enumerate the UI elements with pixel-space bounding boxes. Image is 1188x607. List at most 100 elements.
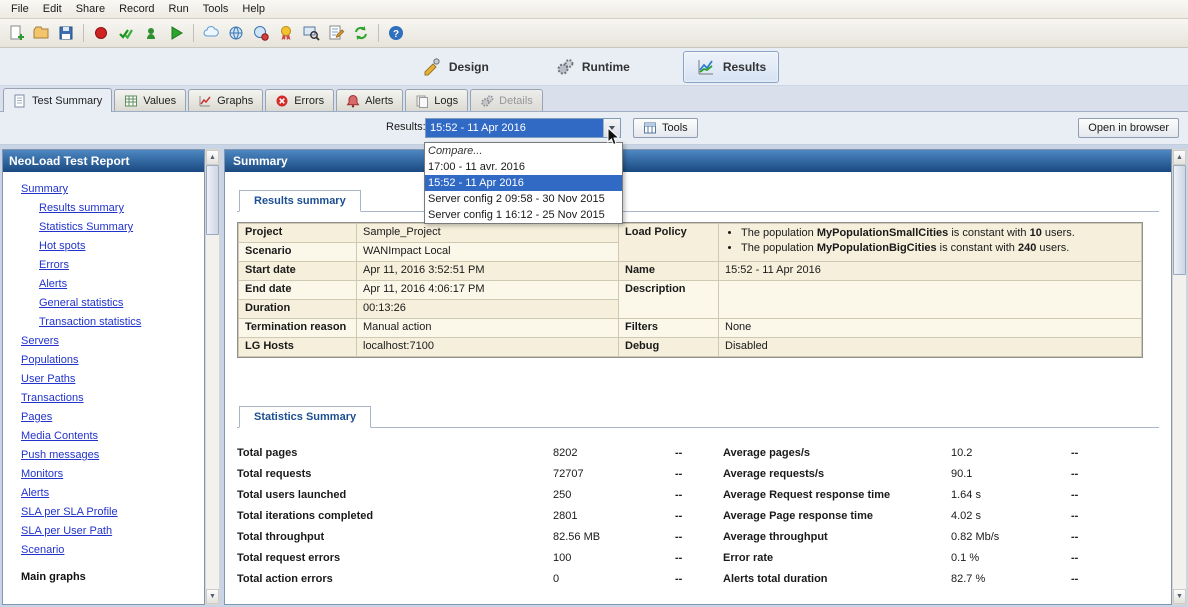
cloud-icon[interactable] xyxy=(199,21,223,45)
sidebar-item-results-summary[interactable]: Results summary xyxy=(39,202,124,214)
sidebar-item-user-paths[interactable]: User Paths xyxy=(21,373,75,385)
scroll-up-button[interactable]: ▲ xyxy=(1173,150,1186,165)
results-combobox[interactable]: 15:52 - 11 Apr 2016 xyxy=(425,118,621,138)
scroll-up-button[interactable]: ▲ xyxy=(206,150,219,165)
sidebar-item-summary[interactable]: Summary xyxy=(21,183,68,195)
stats-row: Total requests72707-- Average requests/s… xyxy=(237,463,1149,484)
dropdown-item-compare[interactable]: Compare... xyxy=(425,143,622,159)
open-in-browser-button[interactable]: Open in browser xyxy=(1078,118,1179,138)
record-icon[interactable] xyxy=(89,21,113,45)
monitor-icon[interactable] xyxy=(299,21,323,45)
row-label: Debug xyxy=(619,338,719,357)
runtime-mode-button[interactable]: Runtime xyxy=(542,51,643,83)
row-value: 00:13:26 xyxy=(357,300,619,319)
sidebar-item-media-contents[interactable]: Media Contents xyxy=(21,430,98,442)
scroll-track[interactable] xyxy=(206,165,219,589)
menu-record[interactable]: Record xyxy=(112,1,161,17)
details-icon xyxy=(480,94,494,108)
sidebar-item-populations[interactable]: Populations xyxy=(21,354,79,366)
license-icon[interactable] xyxy=(274,21,298,45)
tab-alerts[interactable]: Alerts xyxy=(336,89,403,111)
mouse-cursor xyxy=(607,127,620,147)
menu-help[interactable]: Help xyxy=(235,1,272,17)
save-icon[interactable] xyxy=(54,21,78,45)
tab-logs[interactable]: Logs xyxy=(405,89,468,111)
sidebar-item-transactions[interactable]: Transactions xyxy=(21,392,84,404)
dropdown-item-selected[interactable]: 15:52 - 11 Apr 2016 xyxy=(425,175,622,191)
sidebar-item-alerts[interactable]: Alerts xyxy=(39,278,67,290)
tab-errors[interactable]: Errors xyxy=(265,89,334,111)
results-mode-button[interactable]: Results xyxy=(683,51,779,83)
results-summary-tab-strip: Results summary xyxy=(237,190,1159,212)
help-icon[interactable]: ? xyxy=(384,21,408,45)
menu-tools[interactable]: Tools xyxy=(196,1,236,17)
results-summary-table: Project Sample_Project Load Policy The p… xyxy=(238,223,1142,357)
results-dropdown-list: Compare... 17:00 - 11 avr. 2016 15:52 - … xyxy=(424,142,623,224)
sidebar-item-sla-per-sla-profile[interactable]: SLA per SLA Profile xyxy=(21,506,118,518)
tab-test-summary[interactable]: Test Summary xyxy=(3,88,112,112)
scroll-thumb[interactable] xyxy=(206,165,219,235)
stats-row: Total action errors0-- Alerts total dura… xyxy=(237,568,1149,589)
scroll-track[interactable] xyxy=(1173,165,1186,589)
tab-label: Graphs xyxy=(217,95,253,107)
dropdown-item[interactable]: 17:00 - 11 avr. 2016 xyxy=(425,159,622,175)
sidebar-item-sla-per-user-path[interactable]: SLA per User Path xyxy=(21,525,112,537)
sidebar-item-hot-spots[interactable]: Hot spots xyxy=(39,240,85,252)
statistics-summary-section-tab: Statistics Summary xyxy=(239,406,371,428)
update-icon[interactable] xyxy=(349,21,373,45)
run-test-icon[interactable] xyxy=(164,21,188,45)
tab-label: Alerts xyxy=(365,95,393,107)
tab-label: Details xyxy=(499,95,533,107)
toolbar-separator xyxy=(378,24,379,42)
statistics-summary-tab-strip: Statistics Summary xyxy=(237,406,1159,428)
scroll-down-button[interactable]: ▼ xyxy=(206,589,219,604)
sidebar-item-errors[interactable]: Errors xyxy=(39,259,69,271)
tab-graphs[interactable]: Graphs xyxy=(188,89,263,111)
menu-edit[interactable]: Edit xyxy=(36,1,69,17)
scroll-thumb[interactable] xyxy=(1173,165,1186,275)
menu-run[interactable]: Run xyxy=(162,1,196,17)
stats-row: Total throughput82.56 MB-- Average throu… xyxy=(237,526,1149,547)
main-scrollbar[interactable]: ▲ ▼ xyxy=(1172,149,1187,605)
sidebar-item-alerts-section[interactable]: Alerts xyxy=(21,487,49,499)
check-scenario-icon[interactable] xyxy=(139,21,163,45)
open-project-icon[interactable] xyxy=(29,21,53,45)
checklist-icon[interactable] xyxy=(324,21,348,45)
design-label: Design xyxy=(449,60,489,74)
sidebar-item-push-messages[interactable]: Push messages xyxy=(21,449,99,461)
logs-icon xyxy=(415,94,429,108)
sidebar-item-monitors[interactable]: Monitors xyxy=(21,468,63,480)
row-value: None xyxy=(719,319,1142,338)
menu-file[interactable]: File xyxy=(4,1,36,17)
dropdown-item[interactable]: Server config 1 16:12 - 25 Nov 2015 xyxy=(425,207,622,223)
menu-share[interactable]: Share xyxy=(69,1,112,17)
sidebar-item-scenario[interactable]: Scenario xyxy=(21,544,64,556)
sidebar-item-pages[interactable]: Pages xyxy=(21,411,52,423)
row-label: Duration xyxy=(239,300,357,319)
graphs-icon xyxy=(198,94,212,108)
row-value xyxy=(719,281,1142,319)
design-mode-button[interactable]: Design xyxy=(409,51,502,83)
dropdown-item[interactable]: Server config 2 09:58 - 30 Nov 2015 xyxy=(425,191,622,207)
sidebar-item-general-statistics[interactable]: General statistics xyxy=(39,297,123,309)
scroll-down-button[interactable]: ▼ xyxy=(1173,589,1186,604)
proxy-icon[interactable] xyxy=(249,21,273,45)
sidebar-item-statistics-summary[interactable]: Statistics Summary xyxy=(39,221,133,233)
sidebar-item-servers[interactable]: Servers xyxy=(21,335,59,347)
row-label: Load Policy xyxy=(619,224,719,262)
tab-values[interactable]: Values xyxy=(114,89,186,111)
row-value: WANImpact Local xyxy=(357,243,619,262)
new-project-icon[interactable] xyxy=(4,21,28,45)
row-label: LG Hosts xyxy=(239,338,357,357)
row-label: Name xyxy=(619,262,719,281)
web-browser-icon[interactable] xyxy=(224,21,248,45)
tab-label: Logs xyxy=(434,95,458,107)
sidebar-scrollbar[interactable]: ▲ ▼ xyxy=(205,149,220,605)
check-user-path-icon[interactable] xyxy=(114,21,138,45)
results-summary-section-tab: Results summary xyxy=(239,190,361,212)
results-combobox-value[interactable]: 15:52 - 11 Apr 2016 xyxy=(426,119,603,137)
statistics-summary-table: Total pages8202-- Average pages/s10.2-- … xyxy=(237,442,1149,589)
sidebar-item-transaction-statistics[interactable]: Transaction statistics xyxy=(39,316,141,328)
tools-button[interactable]: Tools xyxy=(633,118,698,138)
row-label: Description xyxy=(619,281,719,319)
